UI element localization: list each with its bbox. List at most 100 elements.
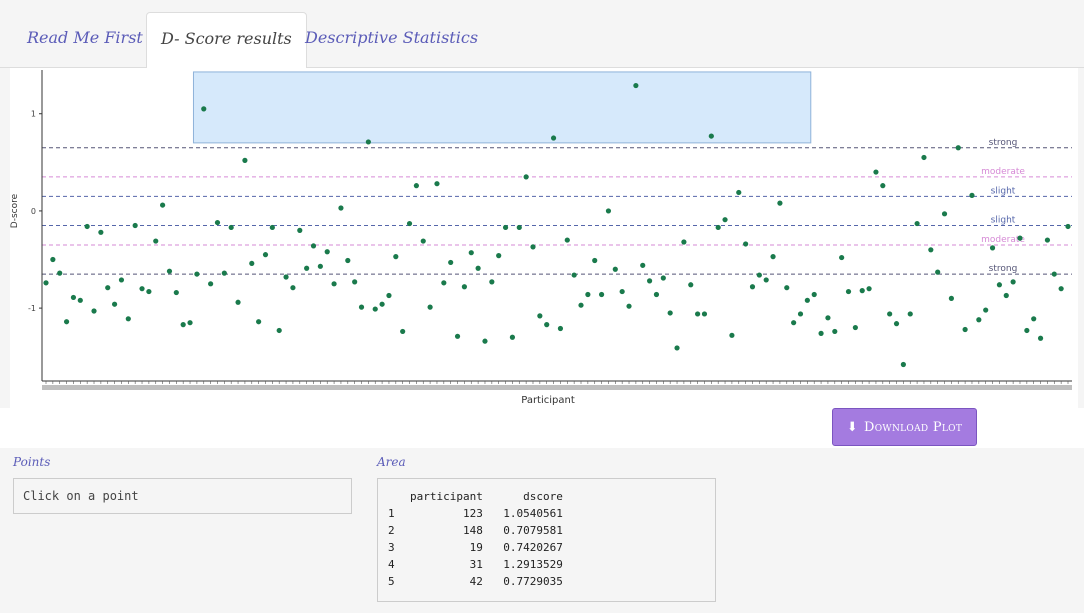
data-point bbox=[372, 306, 378, 312]
data-point bbox=[948, 295, 954, 301]
data-point bbox=[235, 299, 241, 305]
data-point bbox=[125, 316, 131, 322]
data-point bbox=[729, 332, 735, 338]
data-point bbox=[420, 238, 426, 244]
area-output: participant dscore 1 123 1.0540561 2 148… bbox=[377, 478, 716, 602]
data-point bbox=[674, 345, 680, 351]
data-point bbox=[98, 229, 104, 235]
data-point bbox=[173, 289, 179, 296]
data-point bbox=[743, 241, 749, 247]
data-point bbox=[921, 154, 927, 161]
data-point bbox=[708, 133, 714, 139]
tab-descriptive-statistics[interactable]: Descriptive Statistics bbox=[291, 12, 492, 68]
data-point bbox=[365, 139, 371, 145]
table-row: 5 42 0.7729035 bbox=[388, 573, 563, 590]
data-point bbox=[461, 284, 468, 290]
data-point bbox=[249, 260, 255, 267]
data-point bbox=[619, 288, 625, 295]
data-point bbox=[406, 220, 413, 227]
tab-bar: Read Me First D- Score results Descripti… bbox=[0, 0, 1084, 69]
data-point bbox=[571, 272, 577, 278]
data-point bbox=[358, 304, 365, 310]
download-plot-button[interactable]: ⬇ Download Plot bbox=[832, 408, 977, 446]
data-point bbox=[502, 224, 509, 231]
data-point bbox=[516, 224, 522, 231]
data-point bbox=[1010, 279, 1016, 285]
data-point bbox=[688, 282, 694, 288]
data-point bbox=[111, 301, 118, 307]
tab-read-me-first[interactable]: Read Me First bbox=[13, 12, 157, 68]
data-point bbox=[304, 265, 310, 271]
data-point bbox=[537, 313, 543, 319]
data-point bbox=[269, 224, 275, 231]
data-point bbox=[221, 270, 227, 276]
data-point bbox=[784, 285, 790, 291]
data-point bbox=[77, 297, 83, 303]
data-point bbox=[441, 280, 447, 286]
row-index: 2 bbox=[388, 524, 395, 537]
data-point bbox=[338, 205, 344, 211]
d-score-scatter-plot[interactable]: strongmoderateslightslightmoderatestrong… bbox=[10, 68, 1078, 408]
data-point bbox=[996, 282, 1003, 288]
data-point bbox=[262, 252, 269, 258]
selection-layer bbox=[192, 71, 812, 144]
data-point bbox=[633, 82, 639, 89]
data-point bbox=[413, 183, 419, 189]
data-point bbox=[139, 286, 145, 292]
selection-info-panel: Points Click on a point Area participant… bbox=[0, 448, 1084, 613]
data-point bbox=[297, 227, 303, 233]
data-point bbox=[70, 294, 77, 301]
data-point bbox=[393, 254, 399, 260]
data-point bbox=[955, 145, 961, 151]
data-point bbox=[475, 265, 481, 271]
participant-cell: 42 bbox=[469, 575, 483, 588]
data-point bbox=[509, 334, 516, 340]
data-point bbox=[592, 257, 598, 264]
data-point bbox=[756, 272, 762, 278]
data-point bbox=[598, 291, 605, 298]
data-point bbox=[605, 208, 612, 214]
table-row: 1 123 1.0540561 bbox=[388, 505, 563, 522]
dscore-cell: 0.7420267 bbox=[503, 541, 563, 554]
y-tick-label: 1 bbox=[31, 110, 36, 119]
data-point bbox=[715, 224, 721, 231]
data-point bbox=[660, 275, 666, 281]
data-point bbox=[797, 311, 804, 317]
data-point bbox=[345, 257, 351, 264]
data-point bbox=[612, 266, 618, 272]
data-point bbox=[434, 181, 440, 187]
x-axis-label: Participant bbox=[521, 395, 575, 406]
reference-line-label: slight bbox=[991, 186, 1016, 196]
dscore-cell: 1.2913529 bbox=[503, 558, 563, 571]
data-point bbox=[777, 200, 783, 206]
data-point bbox=[640, 262, 646, 268]
row-index: 4 bbox=[388, 558, 395, 571]
data-point bbox=[180, 322, 186, 328]
data-point bbox=[832, 328, 838, 335]
data-point bbox=[695, 311, 701, 317]
data-point bbox=[256, 319, 262, 325]
data-point bbox=[352, 279, 358, 285]
data-point bbox=[379, 301, 385, 307]
tab-d-score-results[interactable]: D- Score results bbox=[146, 12, 307, 69]
data-point bbox=[324, 249, 330, 255]
data-point bbox=[331, 281, 337, 287]
data-point bbox=[557, 325, 564, 332]
data-point bbox=[935, 269, 941, 275]
data-point bbox=[893, 321, 900, 327]
data-point bbox=[928, 247, 934, 253]
data-point bbox=[427, 304, 433, 310]
dscore-cell: 0.7079581 bbox=[503, 524, 563, 537]
data-point bbox=[845, 288, 852, 295]
data-point bbox=[194, 271, 200, 277]
data-point bbox=[187, 320, 193, 326]
data-point bbox=[317, 263, 323, 269]
data-point bbox=[749, 284, 756, 290]
download-icon: ⬇ bbox=[846, 419, 859, 435]
plot-panel: strong moderate slight slight moderate strong… bbox=[0, 68, 1084, 408]
column-header-participant: participant bbox=[410, 490, 483, 503]
data-point bbox=[146, 288, 152, 295]
data-point bbox=[852, 324, 858, 331]
data-point bbox=[825, 315, 831, 321]
data-point bbox=[873, 169, 879, 175]
